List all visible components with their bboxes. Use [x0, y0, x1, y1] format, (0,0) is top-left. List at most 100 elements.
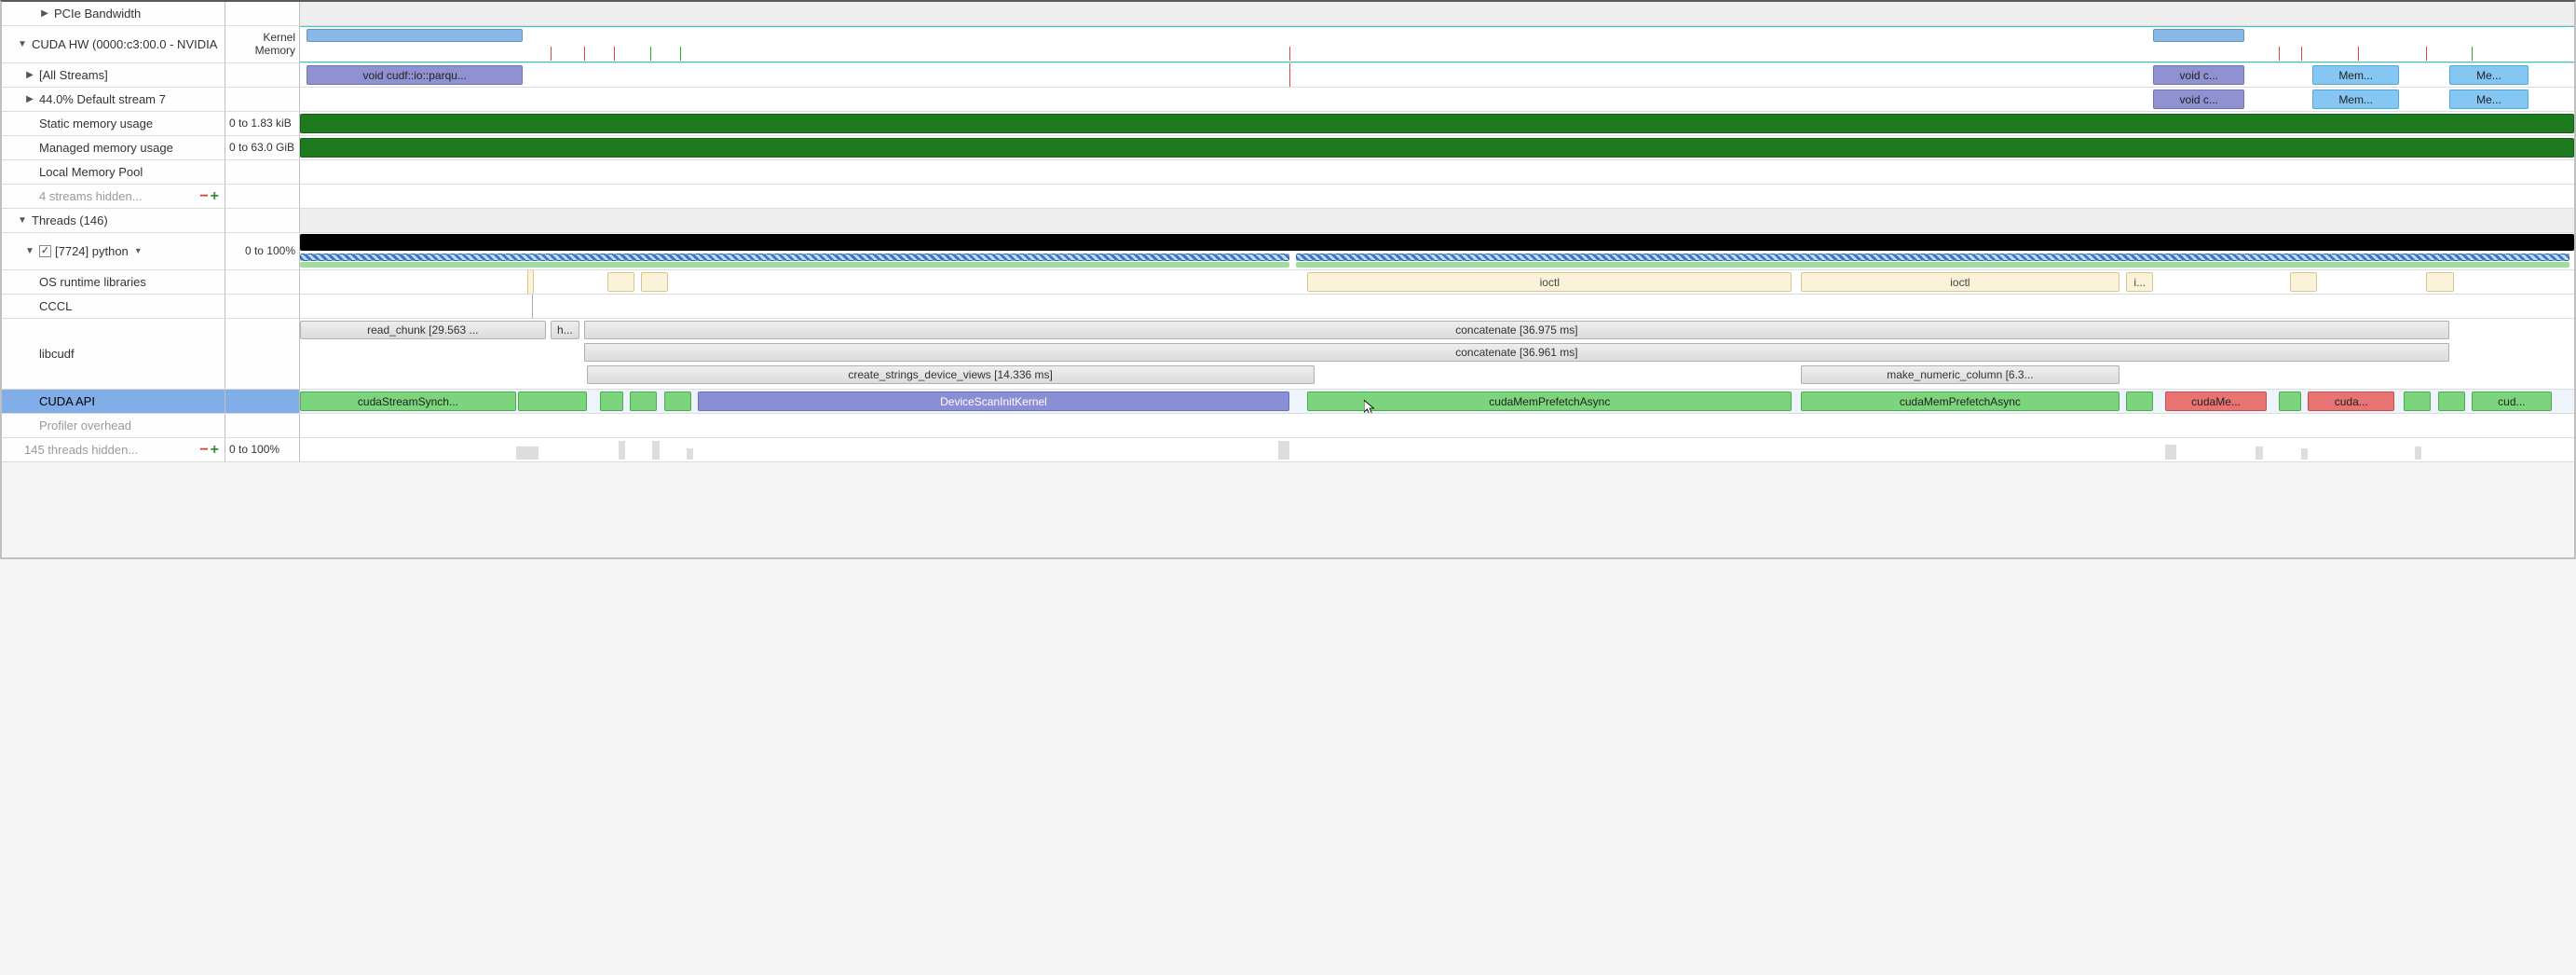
tree-cuda-hw[interactable]: ▼ CUDA HW (0000:c3:00.0 - NVIDIA [2, 26, 225, 62]
os-call-bar[interactable] [2290, 272, 2317, 292]
libcudf-bar[interactable]: concatenate [36.961 ms] [584, 343, 2449, 362]
axis-pcie [225, 2, 300, 25]
libcudf-bar[interactable]: create_strings_device_views [14.336 ms] [587, 365, 1315, 384]
kernel-bar[interactable] [2153, 29, 2244, 42]
tree-managed-mem[interactable]: Managed memory usage [2, 136, 225, 159]
timeline-all-streams[interactable]: void cudf::io::parqu... void c... Mem...… [300, 63, 2574, 87]
timeline-local-pool[interactable] [300, 160, 2574, 184]
tree-pcie[interactable]: ▶ PCIe Bandwidth [2, 2, 225, 25]
threads-hidden-label: 145 threads hidden... [24, 443, 138, 457]
api-bar[interactable] [600, 391, 622, 411]
row-python-thread: ▼ ✓ [7724] python ▾ 0 to 100% [2, 233, 2574, 270]
api-bar-prefetch[interactable]: cudaMemPrefetchAsync [1801, 391, 2119, 411]
axis-streams-hidden [225, 185, 300, 208]
api-bar[interactable] [2438, 391, 2465, 411]
os-call-bar[interactable] [527, 270, 534, 294]
thread-activity-bar [652, 441, 659, 460]
timeline-libcudf[interactable]: read_chunk [29.563 ... h... concatenate … [300, 319, 2574, 389]
tree-libcudf[interactable]: libcudf [2, 319, 225, 389]
api-bar-red[interactable]: cudaMe... [2165, 391, 2268, 411]
kernel-block[interactable]: void c... [2153, 89, 2244, 109]
thread-activity-bar [1278, 441, 1289, 460]
timeline-profiler-overhead[interactable] [300, 414, 2574, 437]
os-call-ioctl[interactable]: ioctl [1307, 272, 1792, 292]
checkbox-icon[interactable]: ✓ [39, 245, 51, 257]
streams-hidden-label: 4 streams hidden... [39, 189, 143, 203]
row-all-streams: ▶ [All Streams] void cudf::io::parqu... … [2, 63, 2574, 88]
hatched-bar[interactable] [300, 254, 1289, 261]
timeline-python-thread[interactable] [300, 233, 2574, 269]
static-mem-range: 0 to 1.83 kiB [229, 117, 292, 130]
tree-all-streams[interactable]: ▶ [All Streams] [2, 63, 225, 87]
kernel-bar[interactable] [307, 29, 523, 42]
cuda-hw-label: CUDA HW (0000:c3:00.0 - NVIDIA [32, 37, 217, 51]
memory-tick [614, 47, 615, 61]
dropdown-icon[interactable]: ▾ [136, 246, 141, 256]
libcudf-bar[interactable]: make_numeric_column [6.3... [1801, 365, 2119, 384]
os-call-bar[interactable] [2426, 272, 2453, 292]
memory-tick [2472, 47, 2473, 61]
mem-block[interactable]: Me... [2449, 89, 2528, 109]
timeline-default-stream[interactable]: void c... Mem... Me... [300, 88, 2574, 111]
mem-block[interactable]: Me... [2449, 65, 2528, 85]
api-bar[interactable] [2279, 391, 2301, 411]
tree-threads[interactable]: ▼ Threads (146) [2, 209, 225, 232]
libcudf-bar[interactable]: read_chunk [29.563 ... [300, 321, 546, 339]
hatched-bar[interactable] [1296, 254, 2569, 261]
timeline-os-runtime[interactable]: ioctl ioctl i... [300, 270, 2574, 294]
os-call-bar[interactable] [641, 272, 668, 292]
tree-profiler-overhead[interactable]: Profiler overhead [2, 414, 225, 437]
mem-usage-bar[interactable] [300, 114, 2574, 133]
timeline-cuda-hw[interactable] [300, 26, 2574, 62]
api-bar-red[interactable]: cuda... [2308, 391, 2394, 411]
tree-default-stream[interactable]: ▶ 44.0% Default stream 7 [2, 88, 225, 111]
tree-threads-hidden[interactable]: 145 threads hidden... − + [2, 438, 225, 461]
api-bar[interactable] [2126, 391, 2153, 411]
mem-block[interactable]: Mem... [2312, 89, 2399, 109]
api-bar[interactable]: cudaStreamSynch... [300, 391, 516, 411]
thread-activity-bar [516, 446, 538, 460]
kernel-block[interactable]: void cudf::io::parqu... [307, 65, 523, 85]
timeline-managed-mem[interactable] [300, 136, 2574, 159]
os-call-bar[interactable]: i... [2126, 272, 2153, 292]
tree-static-mem[interactable]: Static memory usage [2, 112, 225, 135]
memory-tick [584, 47, 585, 61]
minus-icon[interactable]: − [199, 442, 208, 459]
libcudf-bar[interactable]: h... [551, 321, 580, 339]
cccl-label: CCCL [39, 299, 72, 313]
timeline-pcie[interactable] [300, 2, 2574, 25]
tree-cccl[interactable]: CCCL [2, 295, 225, 318]
os-call-bar[interactable] [607, 272, 634, 292]
api-bar[interactable] [664, 391, 691, 411]
green-strip[interactable] [300, 262, 1289, 268]
api-bar[interactable] [630, 391, 657, 411]
minus-icon[interactable]: − [199, 188, 208, 205]
cpu-bar[interactable] [300, 234, 2574, 251]
mem-usage-bar[interactable] [300, 138, 2574, 158]
tree-streams-hidden[interactable]: 4 streams hidden... − + [2, 185, 225, 208]
memory-tick [1289, 47, 1290, 61]
tree-cuda-api[interactable]: CUDA API [2, 390, 225, 413]
plus-icon[interactable]: + [211, 188, 219, 205]
timeline-threads[interactable] [300, 209, 2574, 232]
plus-icon[interactable]: + [211, 442, 219, 459]
tree-os-runtime[interactable]: OS runtime libraries [2, 270, 225, 294]
tree-python-thread[interactable]: ▼ ✓ [7724] python ▾ [2, 233, 225, 269]
api-bar[interactable] [518, 391, 586, 411]
mem-block[interactable]: Mem... [2312, 65, 2399, 85]
timeline-static-mem[interactable] [300, 112, 2574, 135]
api-bar-device-scan[interactable]: DeviceScanInitKernel [698, 391, 1289, 411]
timeline-cccl[interactable] [300, 295, 2574, 318]
timeline-cuda-api[interactable]: cudaStreamSynch... DeviceScanInitKernel … [300, 390, 2574, 413]
timeline-threads-hidden[interactable] [300, 438, 2574, 461]
libcudf-bar[interactable]: concatenate [36.975 ms] [584, 321, 2449, 339]
memory-tick [650, 47, 651, 61]
os-call-ioctl[interactable]: ioctl [1801, 272, 2119, 292]
api-bar[interactable] [2404, 391, 2431, 411]
api-bar-prefetch[interactable]: cudaMemPrefetchAsync [1307, 391, 1792, 411]
green-strip[interactable] [1296, 262, 2569, 268]
timeline-streams-hidden[interactable] [300, 185, 2574, 208]
kernel-block[interactable]: void c... [2153, 65, 2244, 85]
tree-local-pool[interactable]: Local Memory Pool [2, 160, 225, 184]
api-bar[interactable]: cud... [2472, 391, 2551, 411]
